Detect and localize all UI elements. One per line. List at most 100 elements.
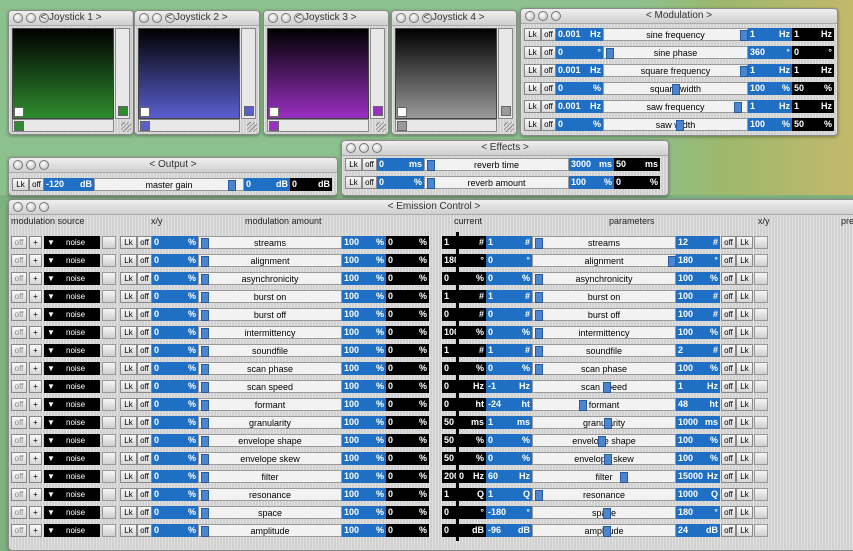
modulation-slider[interactable]: sine phase: [603, 46, 748, 59]
min-value[interactable]: 0.001 Hz: [556, 64, 603, 77]
current-mod-value[interactable]: 0%: [386, 452, 429, 465]
lock-button[interactable]: Lk: [120, 524, 137, 537]
param-min-value[interactable]: -1 Hz: [486, 380, 532, 393]
current-mod-value[interactable]: 0%: [386, 524, 429, 537]
slider-thumb[interactable]: [604, 454, 612, 465]
off-button[interactable]: off: [541, 118, 556, 131]
off-button[interactable]: off: [362, 158, 377, 171]
parameter-slider[interactable]: alignment: [532, 254, 676, 267]
max-value[interactable]: 100%: [342, 236, 386, 249]
xy-handle[interactable]: [14, 107, 24, 117]
current-value[interactable]: 50 ms: [614, 158, 660, 171]
current-value[interactable]: 50%: [792, 118, 834, 131]
off-button[interactable]: off: [721, 452, 736, 465]
min-value[interactable]: 0 ms: [377, 158, 424, 171]
lock-button[interactable]: Lk: [736, 470, 753, 483]
parameter-slider[interactable]: streams: [532, 236, 676, 249]
off-button[interactable]: off: [137, 344, 152, 357]
slider-thumb[interactable]: [201, 382, 209, 393]
lock-button[interactable]: Lk: [736, 272, 753, 285]
param-min-value[interactable]: 0 #: [486, 308, 532, 321]
current-mod-value[interactable]: 0%: [386, 434, 429, 447]
lock-button[interactable]: Lk: [120, 236, 137, 249]
add-button[interactable]: +: [29, 524, 42, 537]
param-max-value[interactable]: 100%: [676, 452, 720, 465]
add-button[interactable]: +: [29, 380, 42, 393]
current-value[interactable]: 100%: [442, 326, 486, 339]
slider-thumb[interactable]: [201, 328, 209, 339]
max-value[interactable]: 100%: [342, 488, 386, 501]
param-max-value[interactable]: 48 ht: [676, 398, 720, 411]
lock-button[interactable]: Lk: [120, 416, 137, 429]
off-button[interactable]: off: [11, 326, 27, 339]
source-swatch[interactable]: [102, 398, 116, 411]
off-button[interactable]: off: [11, 452, 27, 465]
modulation-source-menu[interactable]: ▼ noise: [44, 326, 100, 339]
preset-swatch[interactable]: [754, 524, 768, 537]
slider-thumb[interactable]: [244, 106, 254, 116]
modulation-amount-value[interactable]: 0%: [152, 524, 198, 537]
modulation-amount-slider[interactable]: formant: [198, 398, 342, 411]
max-value[interactable]: 360 °: [748, 46, 792, 59]
off-button[interactable]: off: [137, 326, 152, 339]
slider-thumb[interactable]: [201, 238, 209, 249]
min-value[interactable]: 0.001 Hz: [556, 28, 603, 41]
current-value[interactable]: 1 Hz: [792, 28, 834, 41]
current-mod-value[interactable]: 0%: [386, 236, 429, 249]
slider-thumb[interactable]: [535, 310, 543, 321]
add-button[interactable]: +: [29, 434, 42, 447]
off-button[interactable]: off: [11, 506, 27, 519]
off-button[interactable]: off: [721, 326, 736, 339]
joystick-titlebar[interactable]: < Joystick 2 >: [135, 11, 259, 26]
param-min-value[interactable]: -24 ht: [486, 398, 532, 411]
off-button[interactable]: off: [721, 416, 736, 429]
modulation-amount-value[interactable]: 0%: [152, 416, 198, 429]
current-value[interactable]: 0 dB: [442, 524, 486, 537]
current-mod-value[interactable]: 0%: [386, 488, 429, 501]
slider-thumb[interactable]: [603, 526, 611, 537]
max-value[interactable]: 100%: [342, 344, 386, 357]
param-max-value[interactable]: 100%: [676, 326, 720, 339]
lock-button[interactable]: Lk: [736, 344, 753, 357]
preset-swatch[interactable]: [754, 236, 768, 249]
parameter-slider[interactable]: formant: [532, 398, 676, 411]
param-max-value[interactable]: 100%: [676, 362, 720, 375]
lock-button[interactable]: Lk: [120, 254, 137, 267]
modulation-amount-slider[interactable]: burst on: [198, 290, 342, 303]
slider-thumb[interactable]: [201, 436, 209, 447]
source-swatch[interactable]: [102, 236, 116, 249]
source-swatch[interactable]: [102, 308, 116, 321]
source-swatch[interactable]: [102, 254, 116, 267]
modulation-amount-slider[interactable]: envelope shape: [198, 434, 342, 447]
current-mod-value[interactable]: 0%: [386, 416, 429, 429]
current-value[interactable]: 1 #: [442, 290, 486, 303]
slider-thumb[interactable]: [535, 364, 543, 375]
off-button[interactable]: off: [721, 344, 736, 357]
param-max-value[interactable]: 24 dB: [676, 524, 720, 537]
param-min-value[interactable]: 1Q: [486, 488, 532, 501]
param-min-value[interactable]: 0%: [486, 434, 532, 447]
off-button[interactable]: off: [541, 82, 556, 95]
off-button[interactable]: off: [11, 416, 27, 429]
param-min-value[interactable]: 0 °: [486, 254, 532, 267]
parameter-slider[interactable]: space: [532, 506, 676, 519]
add-button[interactable]: +: [29, 398, 42, 411]
parameter-slider[interactable]: intermittency: [532, 326, 676, 339]
param-min-value[interactable]: -180 °: [486, 506, 532, 519]
current-value[interactable]: 50%: [442, 434, 486, 447]
modulation-source-menu[interactable]: ▼ noise: [44, 272, 100, 285]
lock-button[interactable]: Lk: [120, 344, 137, 357]
slider-thumb[interactable]: [373, 106, 383, 116]
master-gain-slider[interactable]: master gain: [94, 178, 244, 191]
param-min-value[interactable]: 1 #: [486, 344, 532, 357]
max-value[interactable]: 100%: [748, 118, 792, 131]
source-swatch[interactable]: [102, 434, 116, 447]
joystick-titlebar[interactable]: < Joystick 1 >: [9, 11, 133, 26]
current-value[interactable]: 1 #: [442, 236, 486, 249]
off-button[interactable]: off: [137, 416, 152, 429]
off-button[interactable]: off: [362, 176, 377, 189]
off-button[interactable]: off: [137, 236, 152, 249]
off-button[interactable]: off: [11, 344, 27, 357]
slider-thumb[interactable]: [201, 508, 209, 519]
lock-button[interactable]: Lk: [120, 398, 137, 411]
